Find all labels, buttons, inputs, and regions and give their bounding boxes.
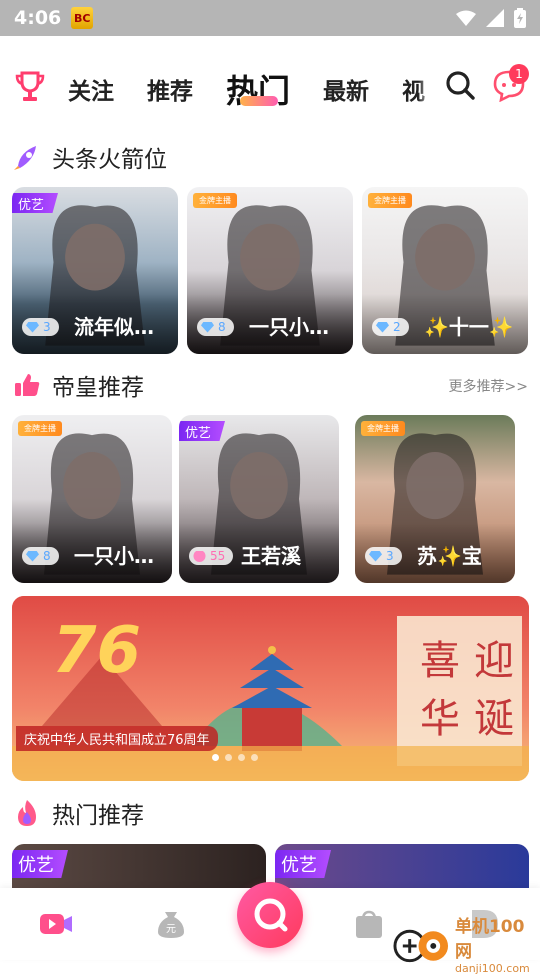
section-title: 头条火箭位 [52, 147, 167, 173]
message-count-badge: 1 [509, 64, 529, 84]
status-time: 4:06 [14, 7, 62, 29]
streamer-card[interactable]: 金牌主播 8 一只小猫... [187, 187, 353, 354]
signal-icon [486, 9, 504, 27]
svg-text:元: 元 [166, 924, 176, 935]
tag-youyi: 优艺 [12, 193, 59, 213]
watermark-url: danji100.com [454, 962, 530, 975]
banner-char: 喜 [420, 638, 460, 684]
smile-icon [193, 550, 206, 562]
level-value: 8 [218, 320, 226, 334]
streamer-card[interactable]: 金牌主播 8 一只小猫... [12, 415, 172, 583]
tag-gold-streamer: 金牌主播 [18, 421, 62, 436]
tag-youyi: 优艺 [12, 850, 68, 878]
level-badge: 8 [197, 318, 234, 336]
live-search-icon [254, 898, 288, 932]
thumbs-up-icon [15, 374, 40, 396]
tag-youyi: 优艺 [179, 421, 226, 441]
active-tab-indicator [240, 96, 278, 106]
search-icon[interactable] [444, 68, 476, 102]
diamond-icon [376, 321, 389, 333]
tag-youyi: 优艺 [275, 850, 331, 878]
level-value: 2 [393, 320, 401, 334]
banner-pagination [212, 754, 258, 761]
banner-char: 诞 [474, 696, 514, 742]
watermark-logo-icon [393, 929, 449, 962]
section-hot-header: 热门推荐 [12, 796, 144, 830]
streamer-card[interactable]: 优艺 55 王若溪 [179, 415, 339, 583]
banner-char: 迎 [474, 638, 514, 684]
live-center-button[interactable] [237, 882, 303, 948]
streamer-name: 王若溪 [241, 544, 301, 568]
level-value: 55 [210, 549, 226, 563]
tab-latest[interactable]: 最新 [323, 72, 369, 106]
diamond-icon [201, 321, 214, 333]
promo-banner[interactable]: 76 迎 喜 诞 华 庆祝中华人民共和国成立76周年 [12, 596, 529, 781]
level-badge: 2 [372, 318, 409, 336]
streamer-card[interactable]: 金牌主播 2 ✨十一✨ [362, 187, 528, 354]
level-badge: 3 [22, 318, 59, 336]
streamer-name: 流年似小... [74, 315, 172, 339]
section-headline-header: 头条火箭位 [12, 140, 167, 174]
trophy-icon[interactable] [14, 70, 46, 104]
level-badge: 8 [22, 547, 59, 565]
app-notification-icon: BC [71, 7, 94, 29]
diamond-icon [369, 550, 382, 562]
streamer-name: 一只小猫... [249, 315, 347, 339]
more-recommend-link[interactable]: 更多推荐>> [449, 376, 528, 396]
banner-char: 华 [420, 696, 460, 742]
tab-recommend[interactable]: 推荐 [147, 72, 193, 106]
video-tab-icon[interactable] [38, 906, 74, 942]
tag-gold-streamer: 金牌主播 [368, 193, 412, 208]
shop-bag-icon[interactable] [351, 906, 387, 942]
tag-gold-streamer: 金牌主播 [193, 193, 237, 208]
streamer-card[interactable]: 优艺 3 流年似小... [12, 187, 178, 354]
watermark: 单机100网 danji100.com [392, 912, 540, 975]
level-value: 3 [43, 320, 51, 334]
streamer-name: 一只小猫... [74, 544, 166, 568]
tag-gold-streamer: 金牌主播 [361, 421, 405, 436]
status-bar: 4:06 BC [0, 0, 540, 36]
banner-big-number: 76 [52, 614, 142, 688]
level-value: 3 [386, 549, 394, 563]
watermark-title: 单机100网 [454, 917, 525, 962]
streamer-card[interactable]: 金牌主播 3 苏✨宝 [355, 415, 515, 583]
section-title: 帝皇推荐 [52, 375, 144, 401]
diamond-icon [26, 550, 39, 562]
streamer-name: 苏✨宝 [417, 544, 482, 568]
section-emperor-header: 帝皇推荐 [12, 368, 144, 402]
tab-follow[interactable]: 关注 [68, 72, 114, 106]
money-bag-icon[interactable]: 元 [153, 906, 189, 942]
wifi-icon [456, 10, 476, 26]
level-badge: 3 [365, 547, 402, 565]
level-value: 8 [43, 549, 51, 563]
diamond-icon [26, 321, 39, 333]
level-badge: 55 [189, 547, 234, 565]
rocket-icon [14, 146, 36, 170]
banner-caption: 庆祝中华人民共和国成立76周年 [16, 726, 218, 751]
flame-icon [18, 800, 36, 826]
streamer-name: ✨十一✨ [424, 315, 514, 339]
section-title: 热门推荐 [52, 803, 144, 829]
battery-icon [514, 8, 526, 28]
